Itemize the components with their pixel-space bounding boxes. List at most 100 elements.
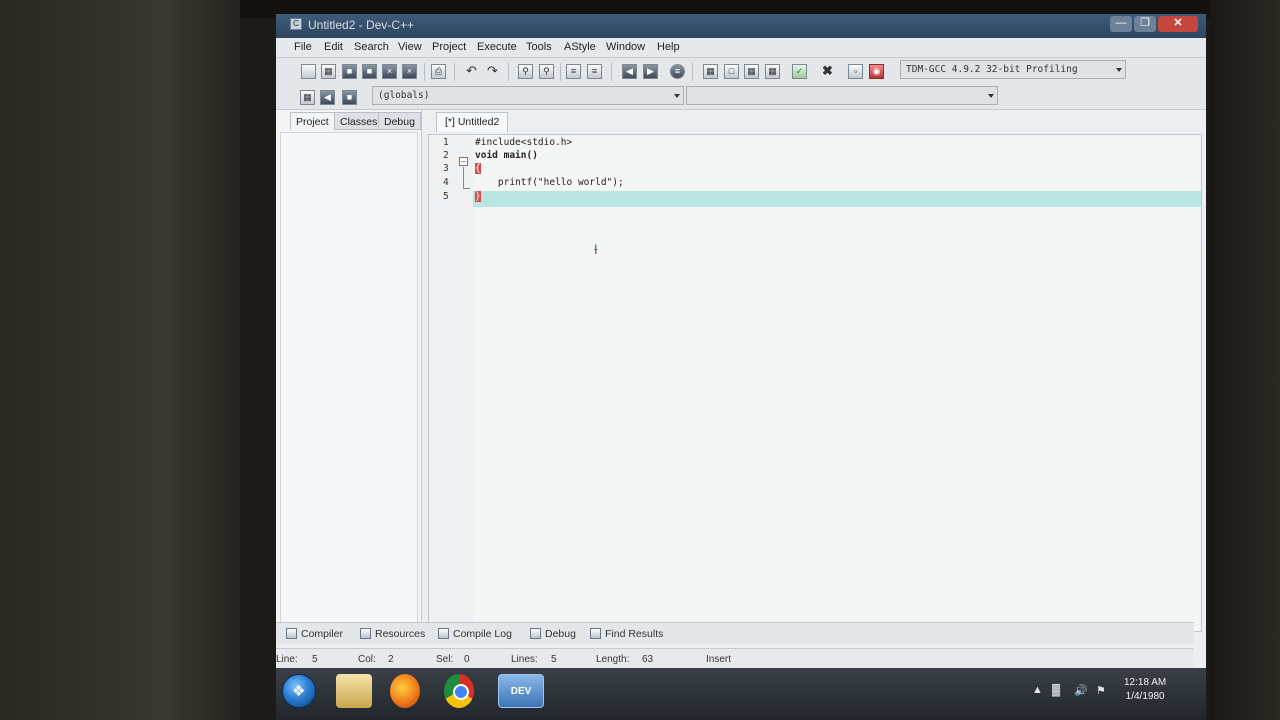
toggle-comment-icon[interactable]: ◀ xyxy=(320,90,335,105)
menu-help[interactable]: Help xyxy=(657,41,680,53)
menu-execute[interactable]: Execute xyxy=(477,41,517,53)
chart-icon xyxy=(438,628,449,639)
status-line-label: Line: xyxy=(276,654,298,665)
close-button[interactable]: ✕ xyxy=(1158,16,1198,32)
tab-compiler[interactable]: Compiler xyxy=(282,626,347,643)
grid-icon xyxy=(286,628,297,639)
fold-toggle-icon[interactable]: – xyxy=(459,157,468,166)
run-icon[interactable]: □ xyxy=(724,64,739,79)
compile-icon[interactable]: ▦ xyxy=(703,64,718,79)
member-select[interactable] xyxy=(686,86,998,105)
compiler-select[interactable]: TDM-GCC 4.9.2 32-bit Profiling xyxy=(900,60,1126,79)
menu-bar: File Edit Search View Project Execute To… xyxy=(276,38,1206,58)
open-file-icon[interactable]: ▦ xyxy=(321,64,336,79)
unindent-icon[interactable]: ≡ xyxy=(587,64,602,79)
rebuild-icon[interactable]: ▦ xyxy=(765,64,780,79)
clock-date: 1/4/1980 xyxy=(1125,691,1165,702)
editor-tab-strip: [*] Untitled2 xyxy=(428,110,1206,134)
toolbar-separator xyxy=(611,63,612,81)
explorer-taskbar-icon[interactable] xyxy=(336,674,372,708)
close-file-icon[interactable]: × xyxy=(382,64,397,79)
ibeam-cursor-icon: Ɨ xyxy=(594,242,598,257)
profile-chart-icon[interactable]: ▫ xyxy=(848,64,863,79)
windows-logo-icon: ❖ xyxy=(292,683,306,700)
tab-find-results[interactable]: Find Results xyxy=(586,626,667,643)
tab-resources[interactable]: Resources xyxy=(356,626,429,643)
menu-file[interactable]: File xyxy=(294,41,312,53)
print-icon[interactable]: ⎙ xyxy=(431,64,446,79)
matched-brace-open: { xyxy=(475,163,481,174)
maximize-button[interactable]: ❐ xyxy=(1134,16,1156,32)
new-file-icon[interactable] xyxy=(301,64,316,79)
bookmark-prev-icon[interactable]: ◀ xyxy=(622,64,637,79)
chrome-taskbar-icon[interactable] xyxy=(444,674,474,708)
start-button[interactable]: ❖ xyxy=(282,674,316,708)
tab-debug[interactable]: Debug xyxy=(378,112,421,130)
firefox-taskbar-icon[interactable] xyxy=(390,674,420,708)
insert-code-icon[interactable]: ▦ xyxy=(300,90,315,105)
tab-classes[interactable]: Classes xyxy=(334,112,384,130)
menu-view[interactable]: View xyxy=(398,41,422,53)
title-bar[interactable]: C Untitled2 - Dev-C++ — ❐ ✕ xyxy=(276,14,1206,38)
save-all-icon[interactable]: ■ xyxy=(362,64,377,79)
toolbar-separator xyxy=(560,63,561,81)
redo-icon[interactable]: ↷ xyxy=(485,64,500,79)
status-sel-label: Sel: xyxy=(436,654,454,665)
indent-icon[interactable]: ≡ xyxy=(566,64,581,79)
taskbar-clock[interactable]: 12:18 AM 1/4/1980 xyxy=(1124,676,1166,704)
menu-astyle[interactable]: AStyle xyxy=(564,41,596,53)
status-col-label: Col: xyxy=(358,654,376,665)
chevron-down-icon xyxy=(674,94,680,98)
line-number: 1 xyxy=(443,137,449,148)
save-icon[interactable]: ■ xyxy=(342,64,357,79)
toolbar-separator xyxy=(424,63,425,81)
tab-untitled2[interactable]: [*] Untitled2 xyxy=(436,112,509,132)
menu-project[interactable]: Project xyxy=(432,41,466,53)
checkmark-icon xyxy=(530,628,541,639)
tab-compile-log[interactable]: Compile Log xyxy=(434,626,516,643)
replace-icon[interactable]: ⚲ xyxy=(539,64,554,79)
goto-line-icon[interactable]: ≡ xyxy=(670,64,685,79)
syntax-check-icon[interactable]: ✓ xyxy=(792,64,807,79)
resources-icon xyxy=(360,628,371,639)
project-tree[interactable] xyxy=(280,132,418,626)
code-editor[interactable]: 1 2 3 4 5 – #include<stdio.h> void main(… xyxy=(428,134,1202,632)
stop-execution-icon[interactable]: ✖ xyxy=(820,64,835,79)
bookmark-next-icon[interactable]: ▶ xyxy=(643,64,658,79)
find-icon[interactable]: ⚲ xyxy=(518,64,533,79)
status-sel-value: 0 xyxy=(464,654,470,665)
toolbar-separator xyxy=(692,63,693,81)
line-number: 5 xyxy=(443,191,449,202)
tab-debug-output[interactable]: Debug xyxy=(526,626,580,643)
compile-run-icon[interactable]: ▦ xyxy=(744,64,759,79)
monitor-bezel-left xyxy=(0,0,240,720)
menu-window[interactable]: Window xyxy=(606,41,645,53)
toolbar-separator xyxy=(454,63,455,81)
window-title: Untitled2 - Dev-C++ xyxy=(308,18,415,32)
windows-taskbar: ❖ DEV ▲ ▓ 🔊 ⚑ 12:18 AM 1/4/1980 xyxy=(276,668,1206,720)
debug-icon[interactable]: ◉ xyxy=(869,64,884,79)
show-hidden-icons-icon[interactable]: ▲ xyxy=(1032,684,1043,696)
menu-tools[interactable]: Tools xyxy=(526,41,552,53)
tab-compile-log-label: Compile Log xyxy=(453,628,512,640)
scope-select-value: (globals) xyxy=(378,90,430,101)
network-icon[interactable]: ▓ xyxy=(1052,684,1060,696)
devcpp-taskbar-icon[interactable]: DEV xyxy=(498,674,544,708)
undo-icon[interactable]: ↶ xyxy=(464,64,479,79)
action-center-icon[interactable]: ⚑ xyxy=(1096,684,1106,697)
close-all-icon[interactable]: × xyxy=(402,64,417,79)
scope-select[interactable]: (globals) xyxy=(372,86,684,105)
clock-time: 12:18 AM xyxy=(1124,677,1167,688)
minimize-button[interactable]: — xyxy=(1110,16,1132,32)
close-tab-icon[interactable]: ■ xyxy=(342,90,357,105)
menu-edit[interactable]: Edit xyxy=(324,41,343,53)
devcpp-app-icon[interactable]: C xyxy=(290,18,302,30)
code-line: printf("hello world"); xyxy=(475,177,624,188)
menu-search[interactable]: Search xyxy=(354,41,389,53)
line-number-gutter: 1 2 3 4 5 – xyxy=(429,135,473,631)
tab-project[interactable]: Project xyxy=(290,112,335,130)
status-lines-label: Lines: xyxy=(511,654,538,665)
monitor-bezel-right xyxy=(1210,0,1280,720)
project-panel: Project Classes Debug xyxy=(276,110,422,630)
volume-icon[interactable]: 🔊 xyxy=(1074,684,1088,697)
